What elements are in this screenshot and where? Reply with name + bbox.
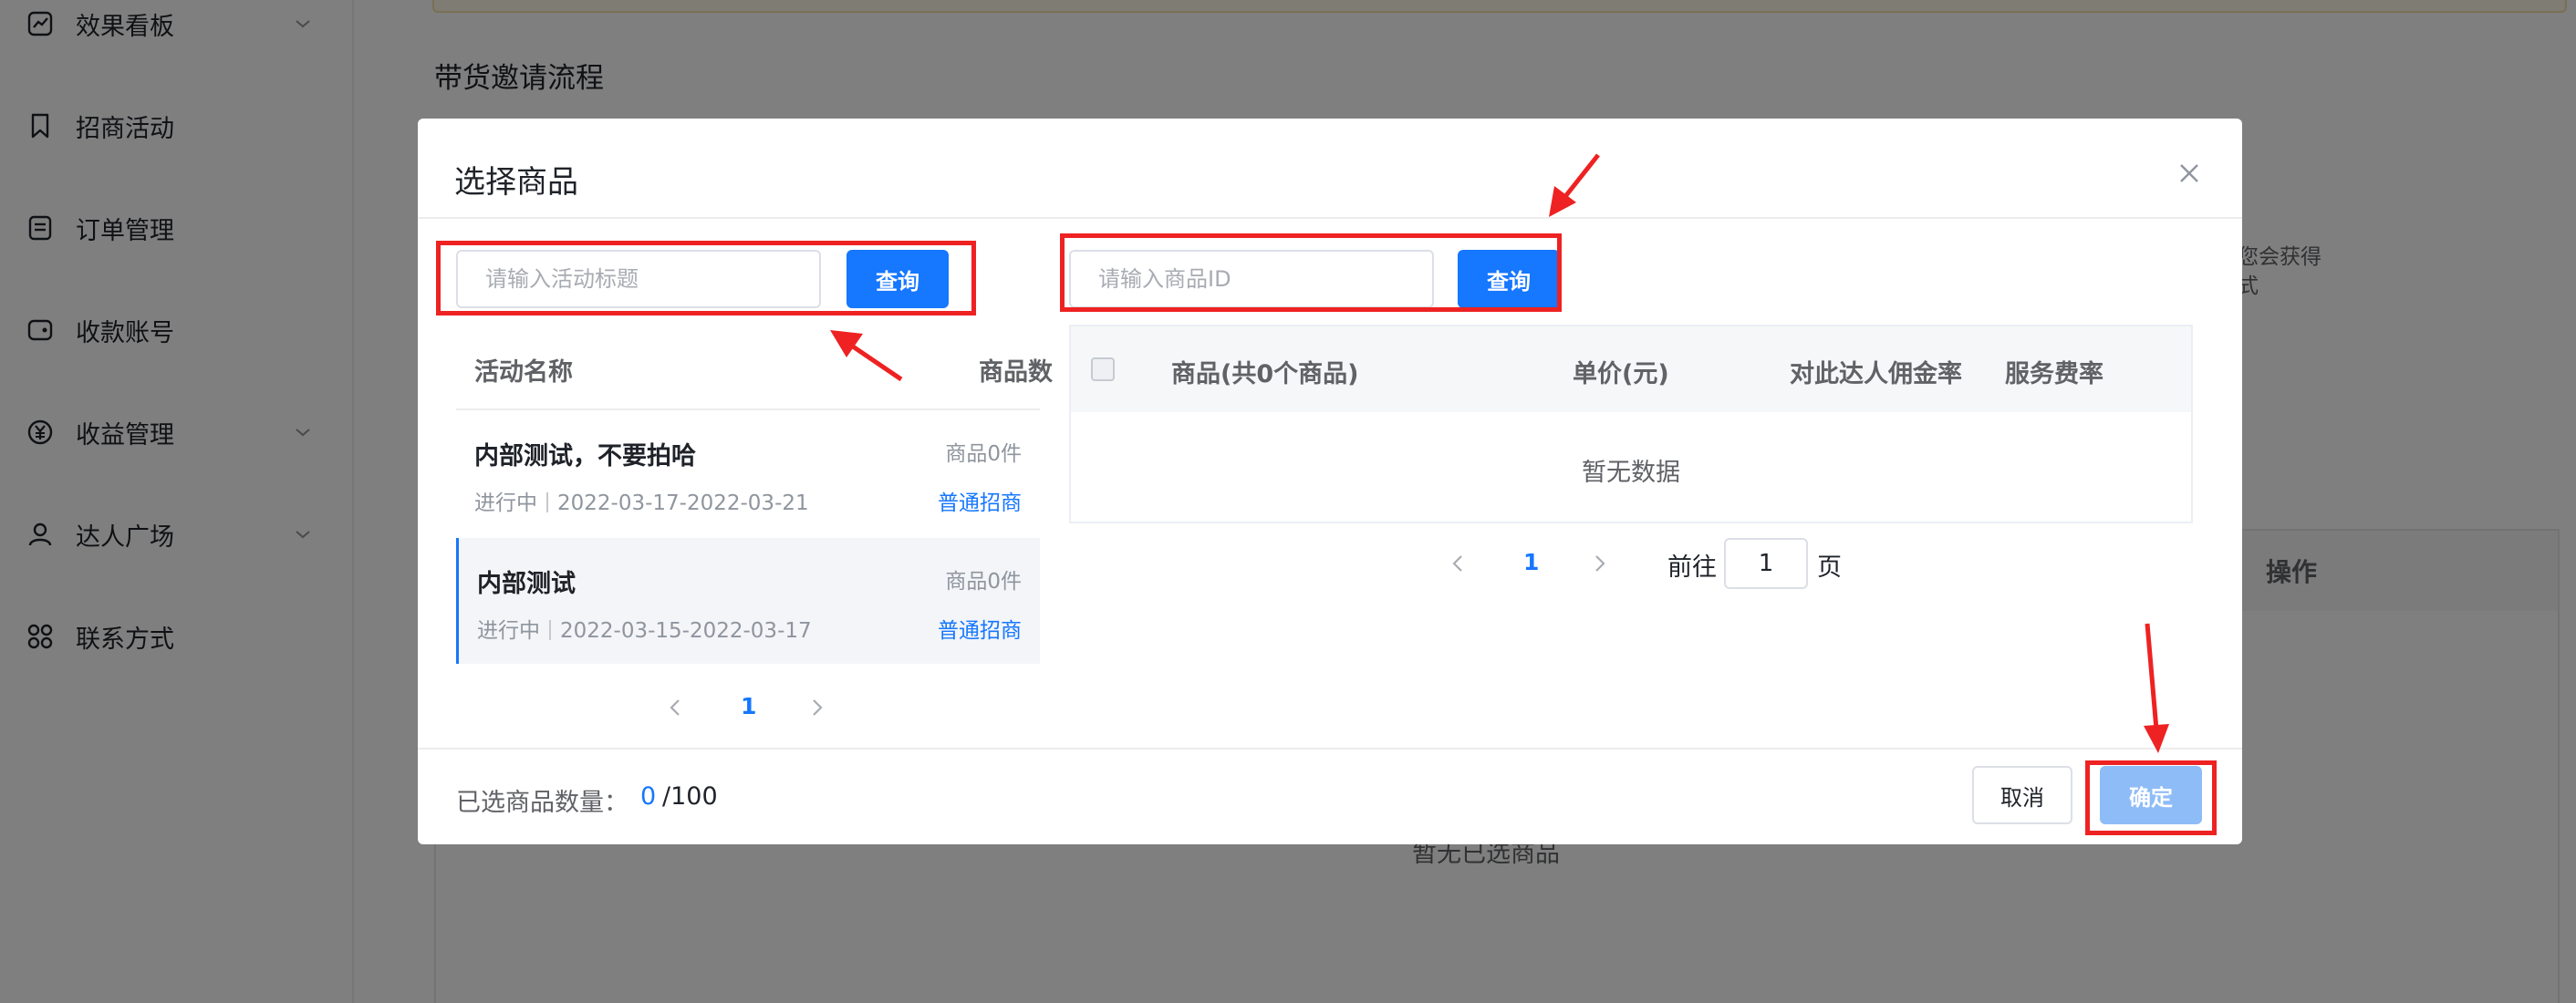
divider xyxy=(549,620,551,640)
pager-page-current[interactable]: 1 xyxy=(1523,549,1539,575)
selected-count-max: /100 xyxy=(662,782,718,811)
activity-dates: 2022-03-17-2022-03-21 xyxy=(557,491,809,515)
pager-prev-icon[interactable] xyxy=(662,695,688,720)
column-header-commission-rate: 对此达人佣金率 xyxy=(1790,360,1962,388)
select-products-dialog: 选择商品 查询 活动名称 商品数 内部测试，不要拍哈 商品0件 进行中2022-… xyxy=(418,119,2242,844)
activity-status-dates: 进行中 2022-03-15-2022-03-17 xyxy=(477,613,812,644)
divider xyxy=(418,748,2242,750)
pager-page-current[interactable]: 1 xyxy=(741,693,756,719)
column-header-product: 商品(共0个商品) xyxy=(1171,360,1359,388)
column-header-product-count: 商品数 xyxy=(979,358,1053,387)
close-icon[interactable] xyxy=(2175,159,2204,188)
activity-name: 内部测试 xyxy=(477,570,576,598)
pager-next-icon[interactable] xyxy=(805,695,830,720)
activity-type-link[interactable]: 普通招商 xyxy=(938,613,1022,644)
activity-list-item-selected[interactable]: 内部测试 商品0件 进行中 2022-03-15-2022-03-17 普通招商 xyxy=(456,538,1040,664)
activity-list-item[interactable]: 内部测试，不要拍哈 商品0件 进行中 2022-03-17-2022-03-21 … xyxy=(456,410,1040,536)
empty-state-text: 暂无数据 xyxy=(1582,459,1680,487)
activity-name: 内部测试，不要拍哈 xyxy=(474,442,696,470)
annotation-highlight-box xyxy=(436,241,976,315)
divider xyxy=(418,217,2242,219)
activity-type-link[interactable]: 普通招商 xyxy=(938,485,1022,516)
dialog-title: 选择商品 xyxy=(454,164,578,201)
annotation-highlight-box xyxy=(2085,760,2217,835)
activity-status: 进行中 xyxy=(477,619,540,643)
cancel-button[interactable]: 取消 xyxy=(1972,766,2072,824)
goto-page-input[interactable] xyxy=(1724,538,1808,589)
select-all-checkbox[interactable] xyxy=(1091,357,1115,381)
selected-count-label: 已选商品数量： xyxy=(456,789,628,817)
selected-count-value: 0 xyxy=(640,782,657,811)
activity-product-count: 商品0件 xyxy=(945,570,1022,594)
products-table: 商品(共0个商品) 单价(元) 对此达人佣金率 服务费率 暂无数据 xyxy=(1069,325,2193,523)
divider xyxy=(546,492,548,512)
activity-dates: 2022-03-15-2022-03-17 xyxy=(560,619,812,643)
column-header-unit-price: 单价(元) xyxy=(1573,360,1669,388)
pager-next-icon[interactable] xyxy=(1587,551,1613,576)
activity-status-dates: 进行中 2022-03-17-2022-03-21 xyxy=(474,485,809,516)
goto-label: 前往 xyxy=(1667,553,1717,582)
column-header-service-fee-rate: 服务费率 xyxy=(2005,360,2103,388)
column-header-activity-name: 活动名称 xyxy=(474,358,573,387)
pager-prev-icon[interactable] xyxy=(1445,551,1470,576)
annotation-highlight-box xyxy=(1060,233,1562,312)
activity-product-count: 商品0件 xyxy=(945,442,1022,466)
page-suffix-label: 页 xyxy=(1817,553,1842,582)
activity-status: 进行中 xyxy=(474,491,537,515)
